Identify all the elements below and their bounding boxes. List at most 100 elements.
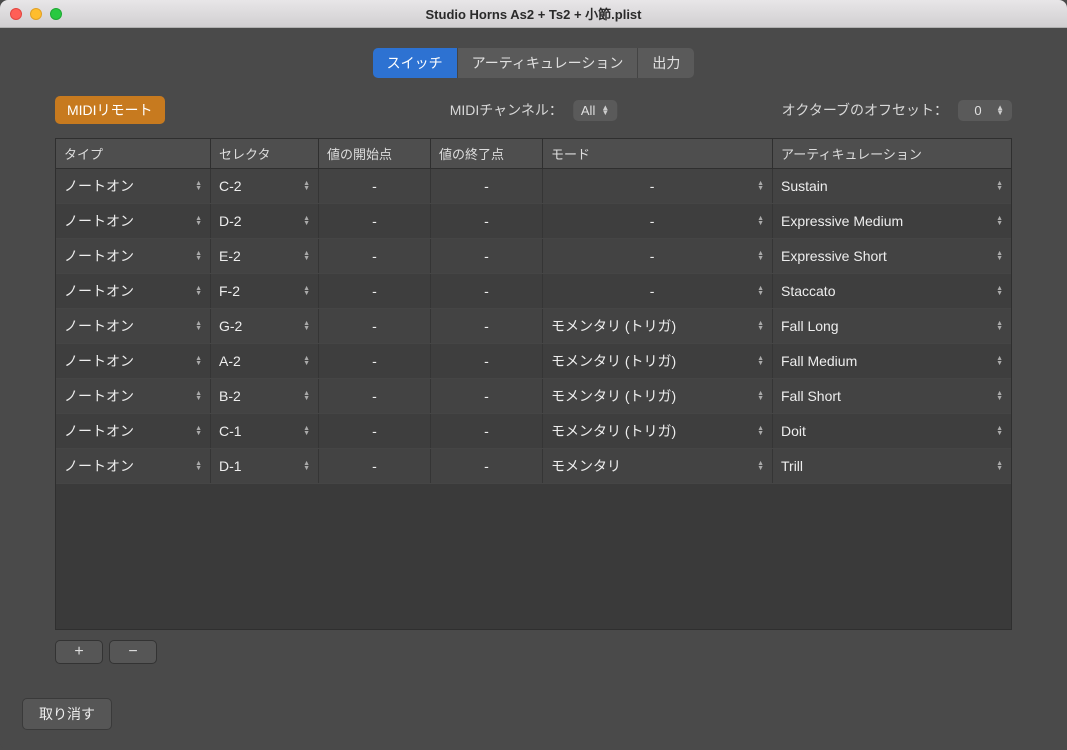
stepper-icon: ▲▼ [303, 321, 310, 331]
cell-type[interactable]: ノートオン▲▼ [56, 379, 211, 413]
cell-mode[interactable]: モメンタリ (トリガ)▲▼ [543, 414, 773, 448]
window: Studio Horns As2 + Ts2 + 小節.plist スイッチ ア… [0, 0, 1067, 750]
cell-end[interactable]: - [431, 274, 543, 308]
cell-articulation[interactable]: Fall Medium▲▼ [773, 344, 1011, 378]
cell-mode[interactable]: -▲▼ [543, 169, 773, 203]
add-row-button[interactable]: + [55, 640, 103, 664]
tab-switch[interactable]: スイッチ [373, 48, 458, 78]
cell-mode[interactable]: -▲▼ [543, 239, 773, 273]
octave-offset-select[interactable]: 0 ▲▼ [958, 100, 1012, 121]
table-footer-buttons: + − [55, 640, 1012, 664]
cell-start[interactable]: - [319, 414, 431, 448]
table-row[interactable]: ノートオン▲▼D-2▲▼---▲▼Expressive Medium▲▼ [56, 204, 1011, 239]
controls-row: MIDIリモート MIDIチャンネル： All ▲▼ オクターブのオフセット： … [55, 96, 1012, 124]
cell-selector[interactable]: G-2▲▼ [211, 309, 319, 343]
stepper-icon: ▲▼ [757, 216, 764, 226]
cell-selector[interactable]: F-2▲▼ [211, 274, 319, 308]
octave-offset-label: オクターブのオフセット： [782, 100, 948, 120]
cell-mode[interactable]: -▲▼ [543, 274, 773, 308]
table-row[interactable]: ノートオン▲▼F-2▲▼---▲▼Staccato▲▼ [56, 274, 1011, 309]
table-row[interactable]: ノートオン▲▼A-2▲▼--モメンタリ (トリガ)▲▼Fall Medium▲▼ [56, 344, 1011, 379]
cell-end[interactable]: - [431, 309, 543, 343]
cell-end[interactable]: - [431, 239, 543, 273]
cell-type[interactable]: ノートオン▲▼ [56, 239, 211, 273]
cell-selector[interactable]: C-1▲▼ [211, 414, 319, 448]
cell-type[interactable]: ノートオン▲▼ [56, 449, 211, 483]
table-row[interactable]: ノートオン▲▼C-1▲▼--モメンタリ (トリガ)▲▼Doit▲▼ [56, 414, 1011, 449]
stepper-icon: ▲▼ [195, 356, 202, 366]
table-row[interactable]: ノートオン▲▼C-2▲▼---▲▼Sustain▲▼ [56, 169, 1011, 204]
stepper-icon: ▲▼ [195, 286, 202, 296]
cell-start[interactable]: - [319, 169, 431, 203]
titlebar: Studio Horns As2 + Ts2 + 小節.plist [0, 0, 1067, 28]
cell-end[interactable]: - [431, 449, 543, 483]
stepper-icon: ▲▼ [195, 181, 202, 191]
cell-mode[interactable]: モメンタリ (トリガ)▲▼ [543, 379, 773, 413]
cell-selector[interactable]: B-2▲▼ [211, 379, 319, 413]
cell-end[interactable]: - [431, 169, 543, 203]
col-type[interactable]: タイプ [56, 139, 211, 168]
col-articulation[interactable]: アーティキュレーション [773, 139, 1011, 168]
table-row[interactable]: ノートオン▲▼D-1▲▼--モメンタリ▲▼Trill▲▼ [56, 449, 1011, 484]
col-start[interactable]: 値の開始点 [319, 139, 431, 168]
cancel-button[interactable]: 取り消す [22, 698, 112, 730]
cell-type[interactable]: ノートオン▲▼ [56, 309, 211, 343]
cell-start[interactable]: - [319, 344, 431, 378]
cell-selector[interactable]: D-1▲▼ [211, 449, 319, 483]
cell-end[interactable]: - [431, 344, 543, 378]
cell-mode[interactable]: -▲▼ [543, 204, 773, 238]
midi-channel-label: MIDIチャンネル： [450, 100, 563, 120]
table-row[interactable]: ノートオン▲▼B-2▲▼--モメンタリ (トリガ)▲▼Fall Short▲▼ [56, 379, 1011, 414]
tab-bar: スイッチ アーティキュレーション 出力 [55, 48, 1012, 78]
stepper-icon: ▲▼ [757, 461, 764, 471]
articulation-table: タイプ セレクタ 値の開始点 値の終了点 モード アーティキュレーション ノート… [55, 138, 1012, 630]
cell-start[interactable]: - [319, 204, 431, 238]
col-selector[interactable]: セレクタ [211, 139, 319, 168]
stepper-icon: ▲▼ [996, 105, 1004, 115]
stepper-icon: ▲▼ [303, 286, 310, 296]
cell-type[interactable]: ノートオン▲▼ [56, 414, 211, 448]
cell-mode[interactable]: モメンタリ (トリガ)▲▼ [543, 344, 773, 378]
cell-articulation[interactable]: Expressive Short▲▼ [773, 239, 1011, 273]
cell-type[interactable]: ノートオン▲▼ [56, 169, 211, 203]
cell-articulation[interactable]: Sustain▲▼ [773, 169, 1011, 203]
cell-type[interactable]: ノートオン▲▼ [56, 274, 211, 308]
cell-end[interactable]: - [431, 379, 543, 413]
remove-row-button[interactable]: − [109, 640, 157, 664]
cell-mode[interactable]: モメンタリ (トリガ)▲▼ [543, 309, 773, 343]
cell-selector[interactable]: C-2▲▼ [211, 169, 319, 203]
table-row[interactable]: ノートオン▲▼E-2▲▼---▲▼Expressive Short▲▼ [56, 239, 1011, 274]
cell-type[interactable]: ノートオン▲▼ [56, 344, 211, 378]
tab-articulation[interactable]: アーティキュレーション [458, 48, 639, 78]
tab-output[interactable]: 出力 [638, 48, 694, 78]
col-end[interactable]: 値の終了点 [431, 139, 543, 168]
cell-start[interactable]: - [319, 274, 431, 308]
cell-mode[interactable]: モメンタリ▲▼ [543, 449, 773, 483]
cell-start[interactable]: - [319, 379, 431, 413]
cell-end[interactable]: - [431, 414, 543, 448]
table-row[interactable]: ノートオン▲▼G-2▲▼--モメンタリ (トリガ)▲▼Fall Long▲▼ [56, 309, 1011, 344]
midi-remote-button[interactable]: MIDIリモート [55, 96, 165, 124]
cell-articulation[interactable]: Trill▲▼ [773, 449, 1011, 483]
cell-articulation[interactable]: Fall Long▲▼ [773, 309, 1011, 343]
stepper-icon: ▲▼ [757, 321, 764, 331]
stepper-icon: ▲▼ [195, 461, 202, 471]
col-mode[interactable]: モード [543, 139, 773, 168]
cell-selector[interactable]: E-2▲▼ [211, 239, 319, 273]
cell-start[interactable]: - [319, 239, 431, 273]
midi-channel-select[interactable]: All ▲▼ [573, 100, 617, 121]
cell-selector[interactable]: D-2▲▼ [211, 204, 319, 238]
cell-selector[interactable]: A-2▲▼ [211, 344, 319, 378]
cell-articulation[interactable]: Doit▲▼ [773, 414, 1011, 448]
cell-start[interactable]: - [319, 309, 431, 343]
cell-articulation[interactable]: Fall Short▲▼ [773, 379, 1011, 413]
table-body: ノートオン▲▼C-2▲▼---▲▼Sustain▲▼ノートオン▲▼D-2▲▼--… [56, 169, 1011, 629]
cell-articulation[interactable]: Expressive Medium▲▼ [773, 204, 1011, 238]
cell-start[interactable]: - [319, 449, 431, 483]
cell-type[interactable]: ノートオン▲▼ [56, 204, 211, 238]
cell-articulation[interactable]: Staccato▲▼ [773, 274, 1011, 308]
stepper-icon: ▲▼ [195, 321, 202, 331]
stepper-icon: ▲▼ [195, 216, 202, 226]
cell-end[interactable]: - [431, 204, 543, 238]
stepper-icon: ▲▼ [996, 391, 1003, 401]
